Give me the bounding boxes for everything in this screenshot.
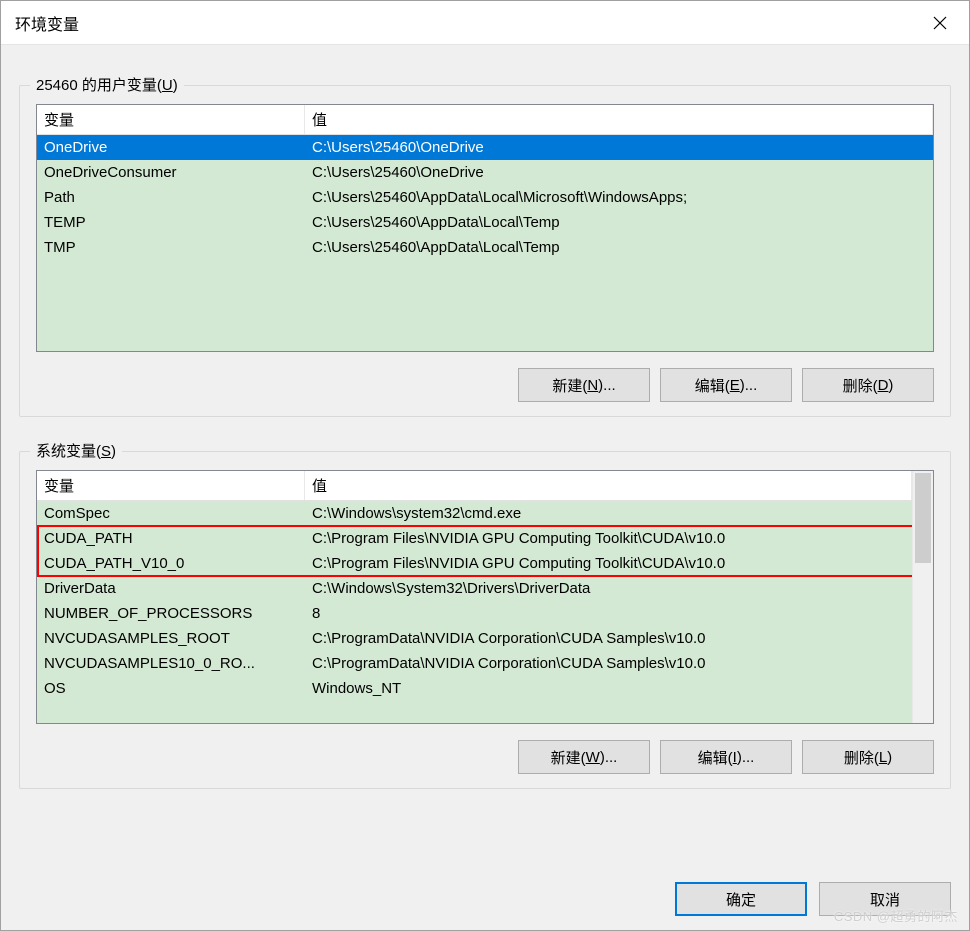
col-header-variable[interactable]: 变量: [37, 471, 305, 500]
table-row[interactable]: OneDriveConsumerC:\Users\25460\OneDrive: [37, 160, 933, 185]
cancel-button[interactable]: 取消: [819, 882, 951, 916]
cell-variable: OS: [37, 678, 305, 699]
table-row[interactable]: NUMBER_OF_PROCESSORS8: [37, 601, 912, 626]
cell-variable: NVCUDASAMPLES_ROOT: [37, 628, 305, 649]
sys-rows-container: ComSpecC:\Windows\system32\cmd.exeCUDA_P…: [37, 501, 912, 723]
sys-scrollbar[interactable]: [912, 471, 933, 723]
table-row[interactable]: TEMPC:\Users\25460\AppData\Local\Temp: [37, 210, 933, 235]
user-edit-button[interactable]: 编辑(E)...: [660, 368, 792, 402]
cell-variable: CUDA_PATH: [37, 528, 305, 549]
cell-value: C:\Windows\System32\Drivers\DriverData: [305, 578, 912, 599]
cell-value: C:\Program Files\NVIDIA GPU Computing To…: [305, 528, 912, 549]
env-vars-dialog: 环境变量 25460 的用户变量(U) 变量 值 OneDriveC:\User…: [0, 0, 970, 931]
cell-value: Windows_NT: [305, 678, 912, 699]
sys-edit-button[interactable]: 编辑(I)...: [660, 740, 792, 774]
table-row[interactable]: PathC:\Users\25460\AppData\Local\Microso…: [37, 185, 933, 210]
table-row[interactable]: OneDriveC:\Users\25460\OneDrive: [37, 135, 933, 160]
user-delete-button[interactable]: 删除(D): [802, 368, 934, 402]
cell-value: C:\Users\25460\OneDrive: [305, 162, 933, 183]
cell-value: C:\ProgramData\NVIDIA Corporation\CUDA S…: [305, 653, 912, 674]
user-list-header: 变量 值: [37, 105, 933, 135]
window-title: 环境变量: [15, 11, 911, 35]
user-vars-legend: 25460 的用户变量(U): [30, 74, 184, 95]
table-row[interactable]: NVCUDASAMPLES10_0_RO...C:\ProgramData\NV…: [37, 651, 912, 676]
table-row[interactable]: ComSpecC:\Windows\system32\cmd.exe: [37, 501, 912, 526]
cell-variable: TMP: [37, 237, 305, 258]
col-header-value[interactable]: 值: [305, 105, 933, 134]
user-vars-buttons: 新建(N)... 编辑(E)... 删除(D): [36, 368, 934, 402]
table-row[interactable]: TMPC:\Users\25460\AppData\Local\Temp: [37, 235, 933, 260]
cell-value: C:\Program Files\NVIDIA GPU Computing To…: [305, 553, 912, 574]
cell-variable: DriverData: [37, 578, 305, 599]
cell-variable: OneDrive: [37, 137, 305, 158]
table-row[interactable]: NVCUDASAMPLES_ROOTC:\ProgramData\NVIDIA …: [37, 626, 912, 651]
col-header-value[interactable]: 值: [305, 471, 912, 500]
close-icon: [933, 16, 947, 30]
cell-value: C:\Users\25460\AppData\Local\Temp: [305, 237, 933, 258]
cell-variable: NUMBER_OF_PROCESSORS: [37, 603, 305, 624]
cell-value: C:\Users\25460\AppData\Local\Microsoft\W…: [305, 187, 933, 208]
col-header-variable[interactable]: 变量: [37, 105, 305, 134]
cell-value: C:\Users\25460\OneDrive: [305, 137, 933, 158]
sys-vars-buttons: 新建(W)... 编辑(I)... 删除(L): [36, 740, 934, 774]
sys-vars-group: 系统变量(S) 变量 值 ComSpecC:\Windows\system32\…: [19, 451, 951, 789]
cell-value: C:\Users\25460\AppData\Local\Temp: [305, 212, 933, 233]
table-row[interactable]: OSWindows_NT: [37, 676, 912, 701]
user-vars-group: 25460 的用户变量(U) 变量 值 OneDriveC:\Users\254…: [19, 85, 951, 417]
scroll-thumb[interactable]: [915, 473, 931, 563]
cell-variable: NVCUDASAMPLES10_0_RO...: [37, 653, 305, 674]
table-row[interactable]: CUDA_PATHC:\Program Files\NVIDIA GPU Com…: [37, 526, 912, 551]
user-vars-list[interactable]: 变量 值 OneDriveC:\Users\25460\OneDriveOneD…: [36, 104, 934, 352]
cell-variable: ComSpec: [37, 503, 305, 524]
dialog-body: 25460 的用户变量(U) 变量 值 OneDriveC:\Users\254…: [1, 45, 969, 930]
cell-variable: Path: [37, 187, 305, 208]
titlebar: 环境变量: [1, 1, 969, 45]
dialog-footer: 确定 取消: [19, 882, 951, 916]
cell-variable: TEMP: [37, 212, 305, 233]
sys-vars-list[interactable]: 变量 值 ComSpecC:\Windows\system32\cmd.exeC…: [36, 470, 934, 724]
cell-value: C:\ProgramData\NVIDIA Corporation\CUDA S…: [305, 628, 912, 649]
sys-delete-button[interactable]: 删除(L): [802, 740, 934, 774]
close-button[interactable]: [911, 1, 969, 45]
cell-variable: OneDriveConsumer: [37, 162, 305, 183]
sys-list-header: 变量 值: [37, 471, 912, 501]
user-rows-container: OneDriveC:\Users\25460\OneDriveOneDriveC…: [37, 135, 933, 351]
user-new-button[interactable]: 新建(N)...: [518, 368, 650, 402]
cell-value: 8: [305, 603, 912, 624]
table-row[interactable]: DriverDataC:\Windows\System32\Drivers\Dr…: [37, 576, 912, 601]
cell-variable: CUDA_PATH_V10_0: [37, 553, 305, 574]
sys-new-button[interactable]: 新建(W)...: [518, 740, 650, 774]
ok-button[interactable]: 确定: [675, 882, 807, 916]
cell-value: C:\Windows\system32\cmd.exe: [305, 503, 912, 524]
sys-vars-legend: 系统变量(S): [30, 440, 122, 461]
table-row[interactable]: CUDA_PATH_V10_0C:\Program Files\NVIDIA G…: [37, 551, 912, 576]
